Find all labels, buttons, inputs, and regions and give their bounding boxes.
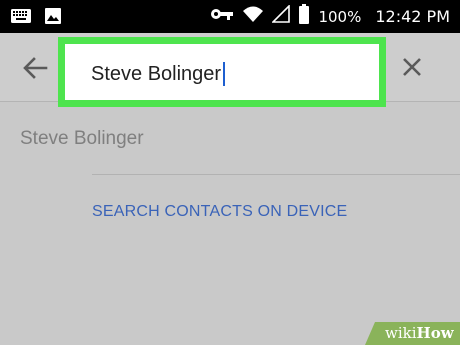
search-input-text[interactable]: Steve Bolinger [91,62,226,86]
wikihow-watermark: wikiHow [365,322,460,345]
search-input[interactable]: Steve Bolinger [58,37,386,107]
search-app-bar: Steve Bolinger [0,33,460,107]
search-contacts-on-device-button[interactable]: SEARCH CONTACTS ON DEVICE [92,203,347,221]
contact-result-item[interactable]: Steve Bolinger [20,128,144,150]
search-query: Steve Bolinger [91,62,222,85]
clock: 12:42 PM [375,7,450,26]
wifi-icon [242,5,264,28]
key-icon [210,7,234,26]
close-icon[interactable] [400,55,424,79]
text-cursor [223,62,226,86]
divider [92,174,460,175]
arrow-back-icon[interactable] [22,55,48,81]
battery-percent: 100% [318,7,362,26]
status-bar: 100% 12:42 PM [0,0,460,33]
image-icon [44,7,62,30]
keyboard-icon [10,7,32,30]
watermark-how: How [416,324,454,342]
no-signal-icon [271,4,291,28]
battery-icon [298,4,310,29]
watermark-wiki: wiki [385,324,417,342]
